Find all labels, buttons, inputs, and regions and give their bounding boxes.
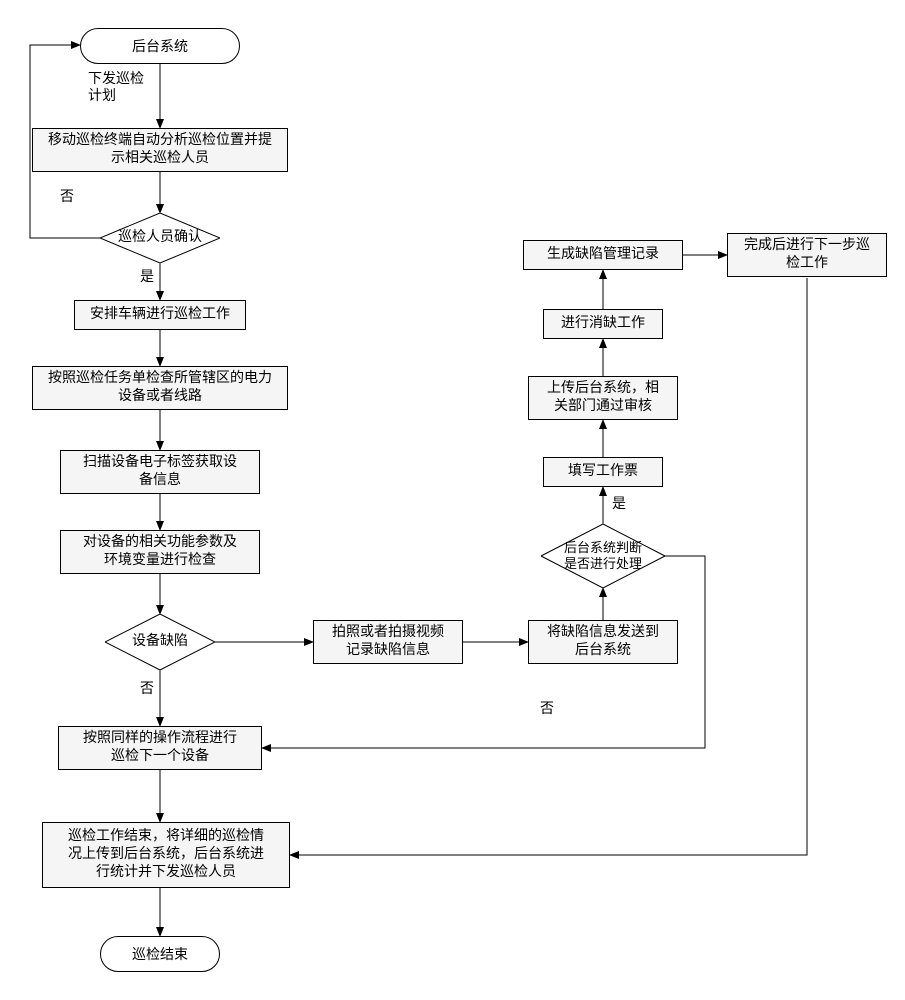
box-nextwork: 完成后进行下一步巡检工作 [727,233,887,277]
diamond-defect: 设备缺陷 [105,614,215,670]
box-finish: 巡检工作结束，将详细的巡检情况上传到后台系统，后台系统进行统计并下发巡检人员 [42,822,290,888]
box-ticket: 填写工作票 [543,457,663,487]
edge-label-confirm-no: 否 [60,190,74,207]
finish-label: 巡检工作结束，将详细的巡检情况上传到后台系统，后台系统进行统计并下发巡检人员 [68,828,264,883]
taskcheck-label: 按照巡检任务单检查所管辖区的电力设备或者线路 [48,370,272,406]
box-upload: 上传后台系统，相关部门通过审核 [528,376,678,420]
edge-label-judge-yes: 是 [612,497,626,514]
diamond-confirm: 巡检人员确认 [100,213,220,263]
box-analyze: 移动巡检终端自动分析巡检位置并提示相关巡检人员 [32,128,288,172]
terminator-start: 后台系统 [80,28,240,64]
flowchart-canvas: 下发巡检计划 否 是 否 是 否 后台系统 移动巡检终端自动分析巡检位置并提示相… [0,0,905,1000]
params-label: 对设备的相关功能参数及环境变量进行检查 [83,534,237,570]
edge-label-judge-no: 否 [540,702,554,719]
diamond-judge: 后台系统判断是否进行处理 [541,524,665,588]
judge-label: 后台系统判断是否进行处理 [564,540,642,571]
elim-label: 进行消缺工作 [561,315,645,333]
box-nextdev: 按照同样的操作流程进行巡检下一个设备 [58,726,262,770]
box-record: 生成缺陷管理记录 [523,240,683,270]
edge-label-defect-no: 否 [140,682,154,699]
scan-label: 扫描设备电子标签获取设备信息 [83,454,237,490]
edge-label-issue-plan: 下发巡检计划 [88,72,144,106]
confirm-label: 巡检人员确认 [118,230,202,247]
arrange-label: 安排车辆进行巡检工作 [90,306,230,324]
box-elim: 进行消缺工作 [543,309,663,339]
record-label: 生成缺陷管理记录 [547,246,659,264]
start-label: 后台系统 [132,36,188,56]
edge-label-confirm-yes: 是 [140,270,154,287]
upload-label: 上传后台系统，相关部门通过审核 [547,380,659,416]
box-photo: 拍照或者拍摄视频记录缺陷信息 [313,620,463,664]
end-label: 巡检结束 [132,944,188,964]
send-label: 将缺陷信息发送到后台系统 [547,624,659,660]
nextwork-label: 完成后进行下一步巡检工作 [744,237,870,273]
nextdev-label: 按照同样的操作流程进行巡检下一个设备 [83,730,237,766]
box-arrange: 安排车辆进行巡检工作 [74,300,246,330]
box-params: 对设备的相关功能参数及环境变量进行检查 [60,530,260,574]
box-scan: 扫描设备电子标签获取设备信息 [60,450,260,494]
box-send: 将缺陷信息发送到后台系统 [528,620,678,664]
photo-label: 拍照或者拍摄视频记录缺陷信息 [332,624,444,660]
box-taskcheck: 按照巡检任务单检查所管辖区的电力设备或者线路 [32,366,288,410]
defect-label: 设备缺陷 [132,634,188,651]
ticket-label: 填写工作票 [568,463,638,481]
analyze-label: 移动巡检终端自动分析巡检位置并提示相关巡检人员 [48,132,272,168]
terminator-end: 巡检结束 [100,936,220,972]
